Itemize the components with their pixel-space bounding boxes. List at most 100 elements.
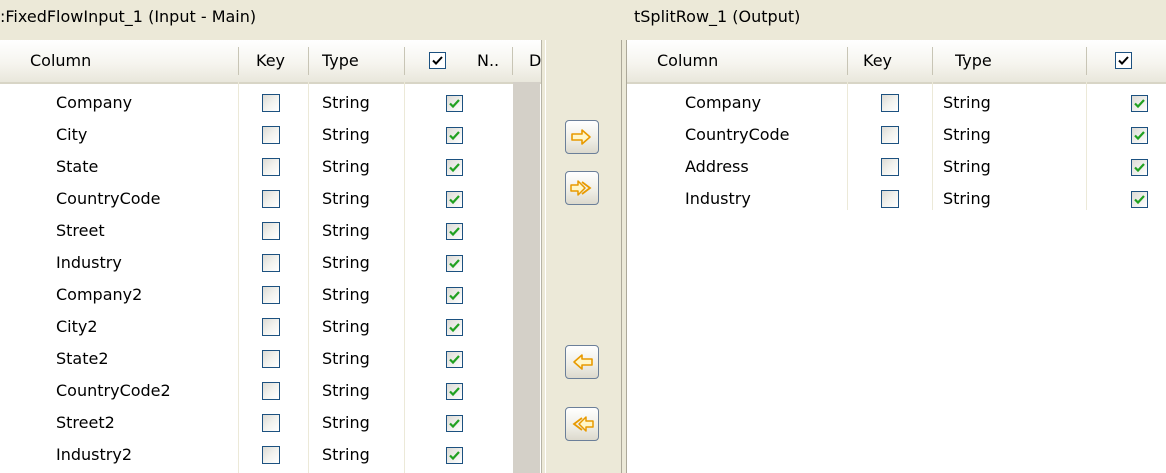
key-checkbox[interactable] — [881, 158, 899, 176]
type-cell[interactable]: String — [322, 247, 370, 279]
nullable-checkbox[interactable] — [446, 351, 463, 368]
table-row[interactable]: City2 String — [0, 311, 541, 343]
key-checkbox[interactable] — [262, 382, 280, 400]
nullable-checkbox[interactable] — [446, 95, 463, 112]
nullable-checkbox[interactable] — [446, 319, 463, 336]
table-row[interactable]: Company2 String — [0, 279, 541, 311]
table-row[interactable]: State String — [0, 151, 541, 183]
key-checkbox[interactable] — [881, 190, 899, 208]
column-name-cell[interactable]: State — [56, 151, 98, 183]
copy-all-right-button[interactable] — [565, 171, 599, 205]
arrow-left-icon — [573, 354, 593, 370]
type-cell[interactable]: String — [943, 87, 991, 119]
type-cell[interactable]: String — [322, 279, 370, 311]
type-header[interactable]: Type — [955, 40, 992, 82]
table-row[interactable]: Street String — [0, 215, 541, 247]
table-row[interactable]: State2 String — [0, 343, 541, 375]
table-row[interactable]: CountryCode String — [0, 183, 541, 215]
table-row[interactable]: Street2 String — [0, 407, 541, 439]
column-name-cell[interactable]: Industry — [56, 247, 122, 279]
input-schema-table[interactable]: Column Key Type N.. D Company String City S… — [0, 40, 542, 473]
nullable-checkbox[interactable] — [1131, 159, 1148, 176]
column-name-cell[interactable]: City2 — [56, 311, 98, 343]
column-name-cell[interactable]: CountryCode — [56, 183, 161, 215]
double-arrow-right-icon — [570, 180, 592, 196]
type-cell[interactable]: String — [322, 311, 370, 343]
nullable-checkbox[interactable] — [446, 287, 463, 304]
nullable-checkbox[interactable] — [446, 223, 463, 240]
table-row[interactable]: Address String — [627, 151, 1166, 183]
type-cell[interactable]: String — [322, 183, 370, 215]
key-checkbox[interactable] — [262, 446, 280, 464]
key-checkbox[interactable] — [262, 190, 280, 208]
key-checkbox[interactable] — [262, 414, 280, 432]
table-row[interactable]: Industry2 String — [0, 439, 541, 471]
type-cell[interactable]: String — [322, 87, 370, 119]
type-cell[interactable]: String — [943, 151, 991, 183]
column-name-cell[interactable]: Company2 — [56, 279, 142, 311]
column-name-cell[interactable]: Street — [56, 215, 105, 247]
column-name-cell[interactable]: State2 — [56, 343, 109, 375]
key-checkbox[interactable] — [262, 94, 280, 112]
copy-selected-right-button[interactable] — [565, 120, 599, 154]
key-checkbox[interactable] — [262, 318, 280, 336]
key-checkbox[interactable] — [881, 126, 899, 144]
table-row[interactable]: Company String — [627, 87, 1166, 119]
nullable-checkbox[interactable] — [446, 415, 463, 432]
column-name-cell[interactable]: CountryCode — [685, 119, 790, 151]
column-name-cell[interactable]: CountryCode2 — [56, 375, 171, 407]
check-icon — [1118, 56, 1129, 65]
copy-all-left-button[interactable] — [565, 407, 599, 441]
key-checkbox[interactable] — [262, 254, 280, 272]
key-checkbox[interactable] — [881, 94, 899, 112]
type-cell[interactable]: String — [322, 407, 370, 439]
column-name-cell[interactable]: Address — [685, 151, 749, 183]
type-cell[interactable]: String — [322, 119, 370, 151]
key-checkbox[interactable] — [262, 222, 280, 240]
nullable-select-all-checkbox[interactable] — [1115, 52, 1132, 69]
nullable-checkbox[interactable] — [446, 191, 463, 208]
table-row[interactable]: City String — [0, 119, 541, 151]
table-row[interactable]: CountryCode2 String — [0, 375, 541, 407]
nullable-checkbox[interactable] — [446, 383, 463, 400]
key-header[interactable]: Key — [863, 40, 892, 82]
column-name-cell[interactable]: City — [56, 119, 87, 151]
column-name-cell[interactable]: Company — [56, 87, 132, 119]
key-header[interactable]: Key — [256, 40, 285, 82]
copy-selected-left-button[interactable] — [565, 345, 599, 379]
nullable-checkbox[interactable] — [446, 447, 463, 464]
column-name-cell[interactable]: Company — [685, 87, 761, 119]
key-checkbox[interactable] — [262, 126, 280, 144]
type-cell[interactable]: String — [322, 215, 370, 247]
column-header[interactable]: Column — [30, 40, 91, 82]
output-schema-table[interactable]: Column Key Type Company String CountryCode… — [626, 40, 1166, 473]
nullable-checkbox[interactable] — [1131, 95, 1148, 112]
nullable-select-all-checkbox[interactable] — [429, 52, 446, 69]
type-cell[interactable]: String — [943, 119, 991, 151]
type-cell[interactable]: String — [943, 183, 991, 215]
column-name-cell[interactable]: Industry — [685, 183, 751, 215]
table-row[interactable]: Industry String — [0, 247, 541, 279]
nullable-header[interactable]: N.. — [477, 40, 499, 82]
column-name-cell[interactable]: Industry2 — [56, 439, 132, 471]
nullable-checkbox[interactable] — [446, 255, 463, 272]
key-checkbox[interactable] — [262, 350, 280, 368]
nullable-checkbox[interactable] — [1131, 191, 1148, 208]
key-checkbox[interactable] — [262, 286, 280, 304]
default-header[interactable]: D — [529, 40, 541, 82]
nullable-checkbox[interactable] — [1131, 127, 1148, 144]
table-row[interactable]: Company String — [0, 87, 541, 119]
type-cell[interactable]: String — [322, 375, 370, 407]
column-name-cell[interactable]: Street2 — [56, 407, 115, 439]
type-cell[interactable]: String — [322, 439, 370, 471]
type-cell[interactable]: String — [322, 151, 370, 183]
nullable-checkbox[interactable] — [446, 159, 463, 176]
type-cell[interactable]: String — [322, 343, 370, 375]
column-header[interactable]: Column — [657, 40, 718, 82]
table-row[interactable]: CountryCode String — [627, 119, 1166, 151]
check-icon — [449, 99, 460, 109]
type-header[interactable]: Type — [322, 40, 359, 82]
table-row[interactable]: Industry String — [627, 183, 1166, 215]
key-checkbox[interactable] — [262, 158, 280, 176]
nullable-checkbox[interactable] — [446, 127, 463, 144]
